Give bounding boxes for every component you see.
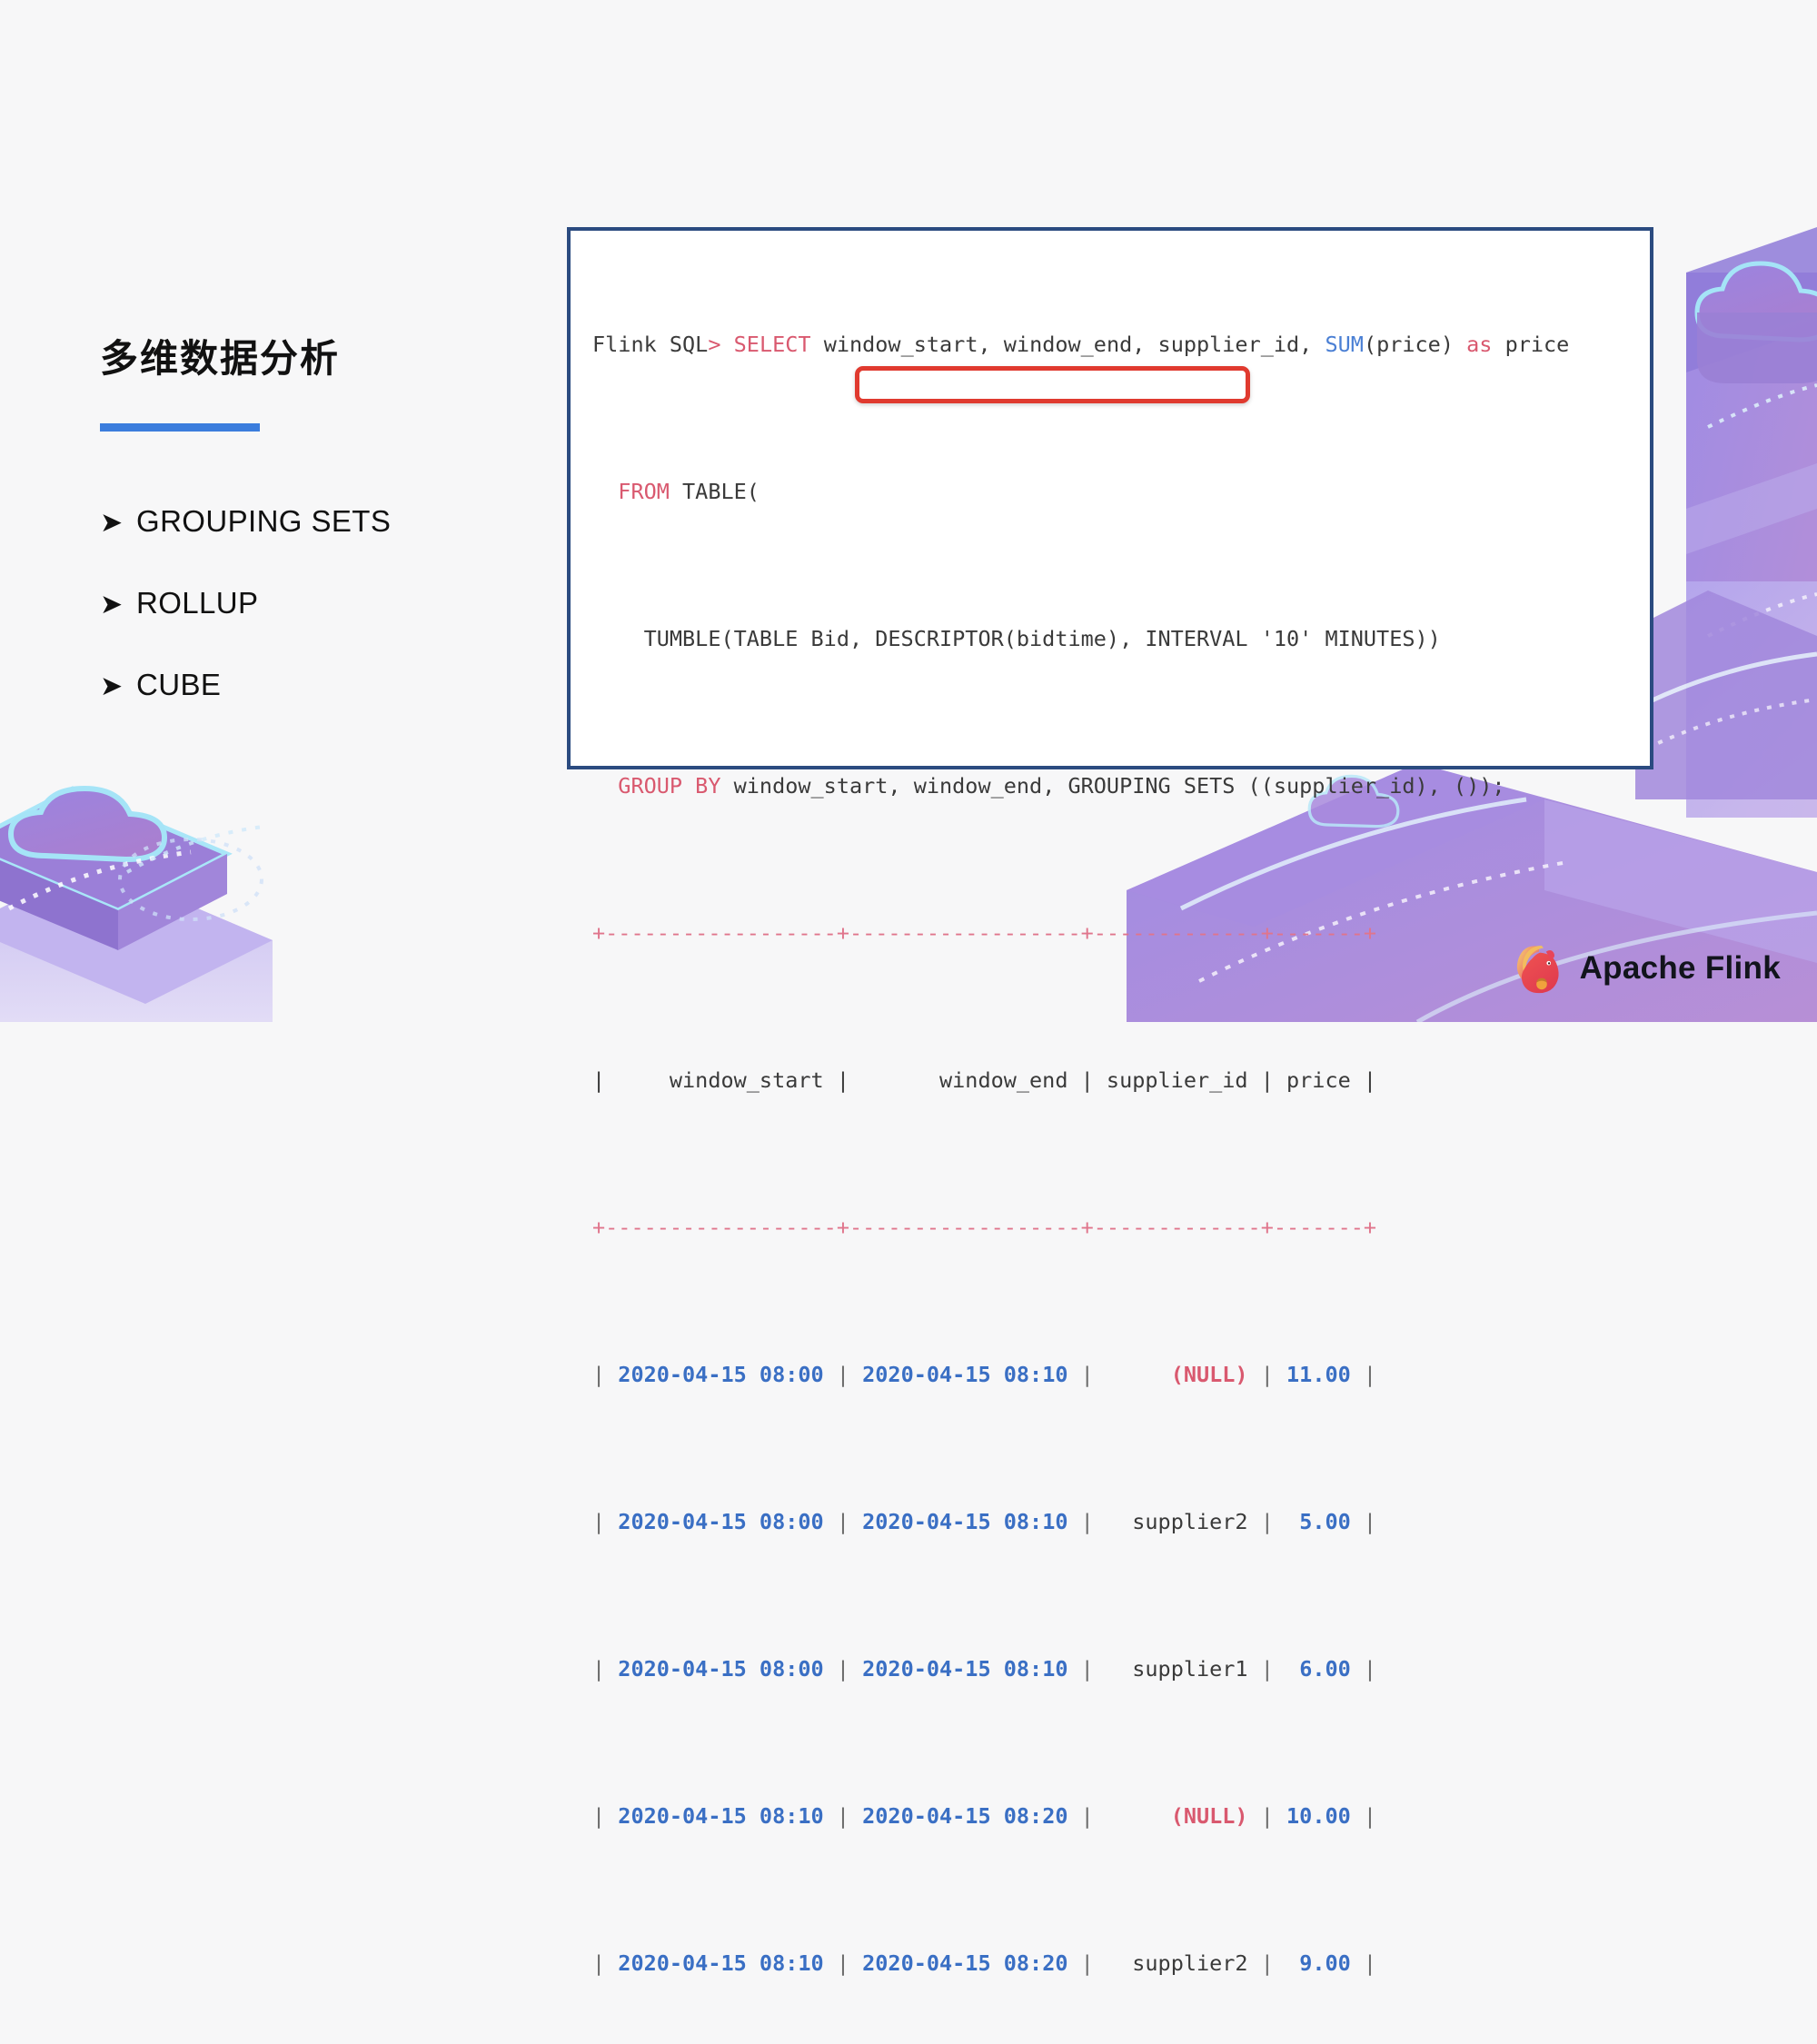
cell-price: 5.00 [1299,1509,1351,1534]
cell-window-start: 2020-04-15 08:10 [618,1950,824,1976]
table-rule-mid: +------------------+------------------+-… [592,1215,1377,1240]
list-item-cube: ➤ CUBE [100,668,482,702]
slide-left-column: 多维数据分析 ➤ GROUPING SETS ➤ ROLLUP ➤ CUBE [100,336,482,749]
table-rule-top: +------------------+------------------+-… [592,920,1377,946]
cell-window-start: 2020-04-15 08:00 [618,1656,824,1682]
table-header-row: | window_start | window_end | supplier_i… [592,1067,1377,1093]
table-row: | 2020-04-15 08:00 | 2020-04-15 08:10 | … [592,1509,1377,1534]
sql-code-content: Flink SQL> SELECT window_start, window_e… [571,231,1650,2044]
bullet-list: ➤ GROUPING SETS ➤ ROLLUP ➤ CUBE [100,504,482,702]
deco-mid-right [1633,590,1817,799]
function-sum: SUM [1325,332,1364,357]
table-row: | 2020-04-15 08:00 | 2020-04-15 08:10 | … [592,1362,1377,1387]
flink-wordmark: Apache Flink [1579,950,1781,986]
select-columns: window_start, window_end, supplier_id, [810,332,1326,357]
page-title: 多维数据分析 [100,337,341,380]
list-item-grouping-sets: ➤ GROUPING SETS [100,504,482,539]
list-item-rollup: ➤ ROLLUP [100,586,482,620]
cell-supplier-id: supplier2 [1132,1509,1248,1534]
cell-price: 11.00 [1286,1362,1351,1387]
code-line-select: Flink SQL> SELECT window_start, window_e… [592,332,1570,357]
arrow-bullet-icon: ➤ [100,590,124,620]
code-line-from: FROM TABLE( [618,479,760,504]
sql-code-box: Flink SQL> SELECT window_start, window_e… [567,227,1653,1976]
code-line-tumble: TUMBLE(TABLE Bid, DESCRIPTOR(bidtime), I… [592,620,1650,658]
keyword-group-by: GROUP BY [618,773,721,799]
apache-flink-logo: Apache Flink [1513,940,1781,997]
table-row: | 2020-04-15 08:00 | 2020-04-15 08:10 | … [592,1656,1377,1682]
cell-price: 10.00 [1286,1803,1351,1829]
grouping-sets-highlight-box [855,366,1250,403]
arrow-bullet-icon: ➤ [100,508,124,539]
flink-squirrel-icon [1516,945,1559,994]
cell-window-end: 2020-04-15 08:10 [862,1362,1068,1387]
deco-bottom-left [0,785,273,1022]
cell-price: 6.00 [1299,1656,1351,1682]
cell-supplier-id: (NULL) [1170,1362,1248,1387]
cell-price: 9.00 [1299,1950,1351,1976]
cell-supplier-id: supplier2 [1132,1950,1248,1976]
cell-supplier-id: (NULL) [1170,1803,1248,1829]
keyword-from: FROM [618,479,670,504]
list-item-label: GROUPING SETS [136,504,392,539]
cell-window-end: 2020-04-15 08:20 [862,1803,1068,1829]
cell-window-end: 2020-04-15 08:10 [862,1509,1068,1534]
cell-window-start: 2020-04-15 08:00 [618,1509,824,1534]
title-underline-rule [100,423,260,432]
code-line-group-by: GROUP BY window_start, window_end, GROUP… [592,768,1650,805]
arrow-bullet-icon: ➤ [100,671,124,702]
cell-window-end: 2020-04-15 08:10 [862,1656,1068,1682]
cell-window-start: 2020-04-15 08:00 [618,1362,824,1387]
tumble-clause: TUMBLE(TABLE Bid, DESCRIPTOR(bidtime), I… [592,626,1441,651]
table-row: | 2020-04-15 08:10 | 2020-04-15 08:20 | … [592,1950,1377,1976]
group-by-clause: window_start, window_end, GROUPING SETS … [720,773,1505,799]
prompt-caret: > [708,332,721,357]
deco-right-pillars [1686,227,1817,818]
table-row: | 2020-04-15 08:10 | 2020-04-15 08:20 | … [592,1803,1377,1829]
cell-window-end: 2020-04-15 08:20 [862,1950,1068,1976]
keyword-as: as [1466,332,1493,357]
list-item-label: ROLLUP [136,586,259,620]
prompt-text: Flink SQL [592,332,709,357]
cell-window-start: 2020-04-15 08:10 [618,1803,824,1829]
cell-supplier-id: supplier1 [1132,1656,1248,1682]
list-item-label: CUBE [136,668,222,702]
keyword-select: SELECT [733,332,811,357]
